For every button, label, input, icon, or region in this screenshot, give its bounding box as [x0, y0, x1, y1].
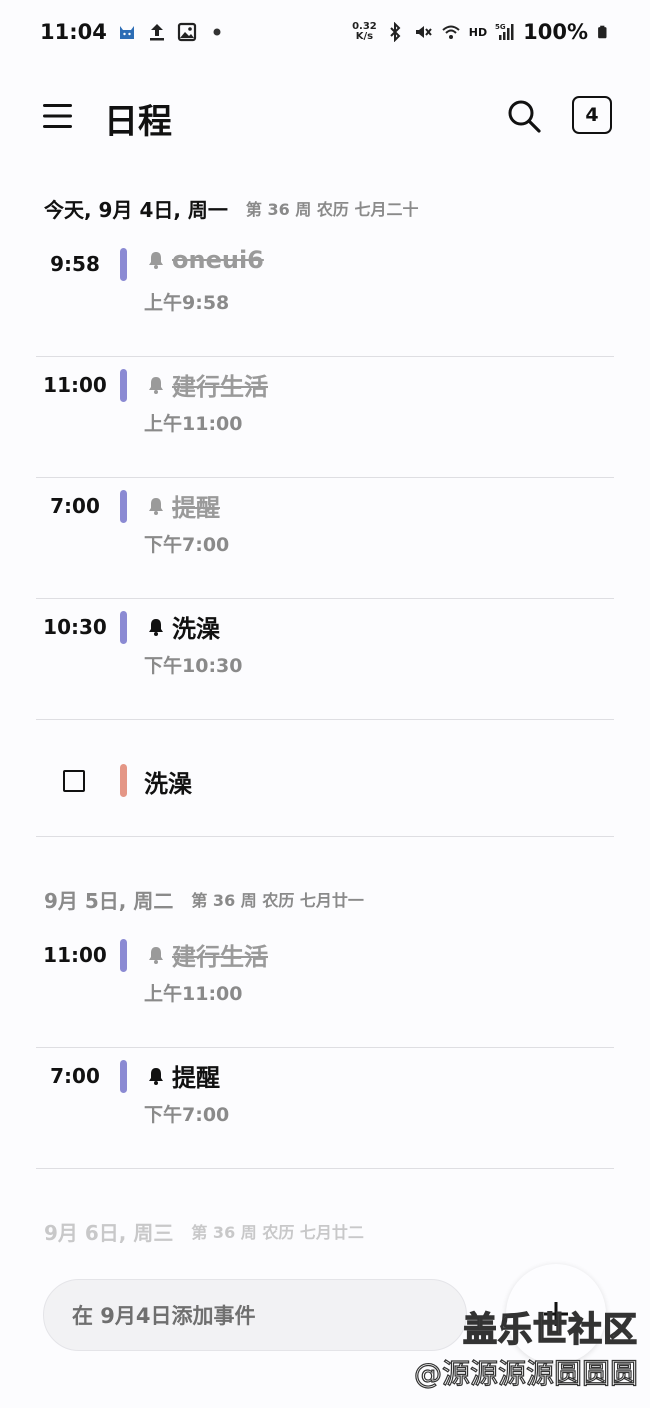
day-header: 今天, 9月 4日, 周一 第 36 周 农历 七月二十 [0, 180, 650, 236]
page-title: 日程 [104, 102, 172, 142]
bell-icon [149, 376, 163, 394]
event-time: 11:00 [43, 373, 107, 397]
bell-icon [149, 618, 163, 636]
event-color-bar [120, 490, 127, 523]
event-color-bar [120, 1060, 127, 1093]
event-subtime: 上午9:58 [144, 292, 230, 314]
event-time: 10:30 [43, 615, 107, 639]
add-event-placeholder: 在 9月4日添加事件 [72, 1304, 256, 1328]
event-row[interactable]: 11:00 建行生活 上午11:00 [36, 357, 614, 478]
event-title: 建行生活 [172, 943, 268, 971]
add-event-field[interactable]: 在 9月4日添加事件 [43, 1279, 467, 1351]
event-color-bar [120, 611, 127, 644]
bell-icon [149, 497, 163, 515]
event-row[interactable]: 9:58 oneui6 上午9:58 [36, 236, 614, 357]
watermark-author: @源源源源圆圆圆 [413, 1356, 638, 1390]
event-row[interactable]: 10:30 洗澡 下午10:30 [36, 599, 614, 720]
event-time: 11:00 [43, 943, 107, 967]
event-time: 7:00 [50, 494, 100, 518]
bluetooth-icon [390, 22, 401, 42]
status-time: 11:04 [40, 20, 107, 44]
wifi-icon [442, 25, 460, 39]
today-button[interactable]: 4 [572, 96, 612, 134]
watermark-title: 盖乐世社区 [462, 1309, 638, 1351]
day-date: 9月 5日, 周二 [44, 888, 174, 913]
event-title: 建行生活 [172, 373, 268, 401]
bell-icon [149, 1067, 163, 1085]
event-subtime: 上午11:00 [144, 983, 243, 1005]
app-bar: 日程 4 [0, 80, 650, 156]
cat-icon [119, 26, 134, 39]
net-speed: 0.32 K/s [352, 21, 377, 42]
task-row[interactable]: 洗澡 [36, 720, 614, 837]
event-row[interactable]: 7:00 提醒 下午7:00 [36, 478, 614, 599]
event-time: 9:58 [50, 252, 100, 276]
event-title: 洗澡 [172, 615, 220, 643]
battery-icon [598, 25, 607, 39]
event-title: 提醒 [172, 1064, 220, 1092]
menu-icon[interactable] [40, 98, 76, 134]
search-icon[interactable] [504, 96, 544, 136]
day-meta: 第 36 周 农历 七月廿一 [191, 891, 364, 910]
day-date: 今天, 9月 4日, 周一 [44, 197, 228, 222]
event-color-bar [120, 369, 127, 402]
hd-label: HD [468, 25, 488, 39]
task-color-bar [120, 764, 127, 797]
task-checkbox[interactable] [63, 770, 85, 792]
event-subtime: 下午7:00 [144, 534, 230, 556]
bell-icon [149, 252, 163, 269]
upload-icon [149, 24, 164, 41]
day-meta: 第 36 周 农历 七月廿二 [191, 1223, 364, 1242]
task-title: 洗澡 [144, 770, 192, 798]
day-meta: 第 36 周 农历 七月二十 [245, 200, 419, 219]
battery-level: 100% [523, 20, 588, 44]
day-header: 9月 5日, 周二 第 36 周 农历 七月廿一 [0, 871, 650, 927]
day-date: 9月 6日, 周三 [44, 1220, 174, 1245]
today-number: 4 [585, 104, 599, 126]
agenda-list: 今天, 9月 4日, 周一 第 36 周 农历 七月二十 9:58 oneui6… [0, 180, 650, 1270]
svg-text:5G: 5G [495, 23, 506, 31]
status-bar: 11:04 0.32 K/s HD 5G 100% [0, 0, 650, 64]
event-time: 7:00 [50, 1064, 100, 1088]
event-title: 提醒 [172, 494, 220, 522]
event-title: oneui6 [172, 246, 264, 274]
event-color-bar [120, 939, 127, 972]
event-row[interactable]: 7:00 提醒 下午7:00 [36, 1048, 614, 1169]
event-row[interactable]: 11:00 建行生活 上午11:00 [36, 927, 614, 1048]
event-subtime: 上午11:00 [144, 413, 243, 435]
mute-icon [415, 26, 432, 38]
event-color-bar [120, 248, 127, 281]
signal-icon: 5G [495, 23, 514, 40]
dot-icon [213, 28, 221, 36]
day-header: 9月 6日, 周三 第 36 周 农历 七月廿二 [0, 1203, 650, 1259]
event-subtime: 下午7:00 [144, 1104, 230, 1126]
bell-icon [149, 946, 163, 964]
image-icon [177, 22, 196, 42]
event-subtime: 下午10:30 [144, 655, 243, 677]
